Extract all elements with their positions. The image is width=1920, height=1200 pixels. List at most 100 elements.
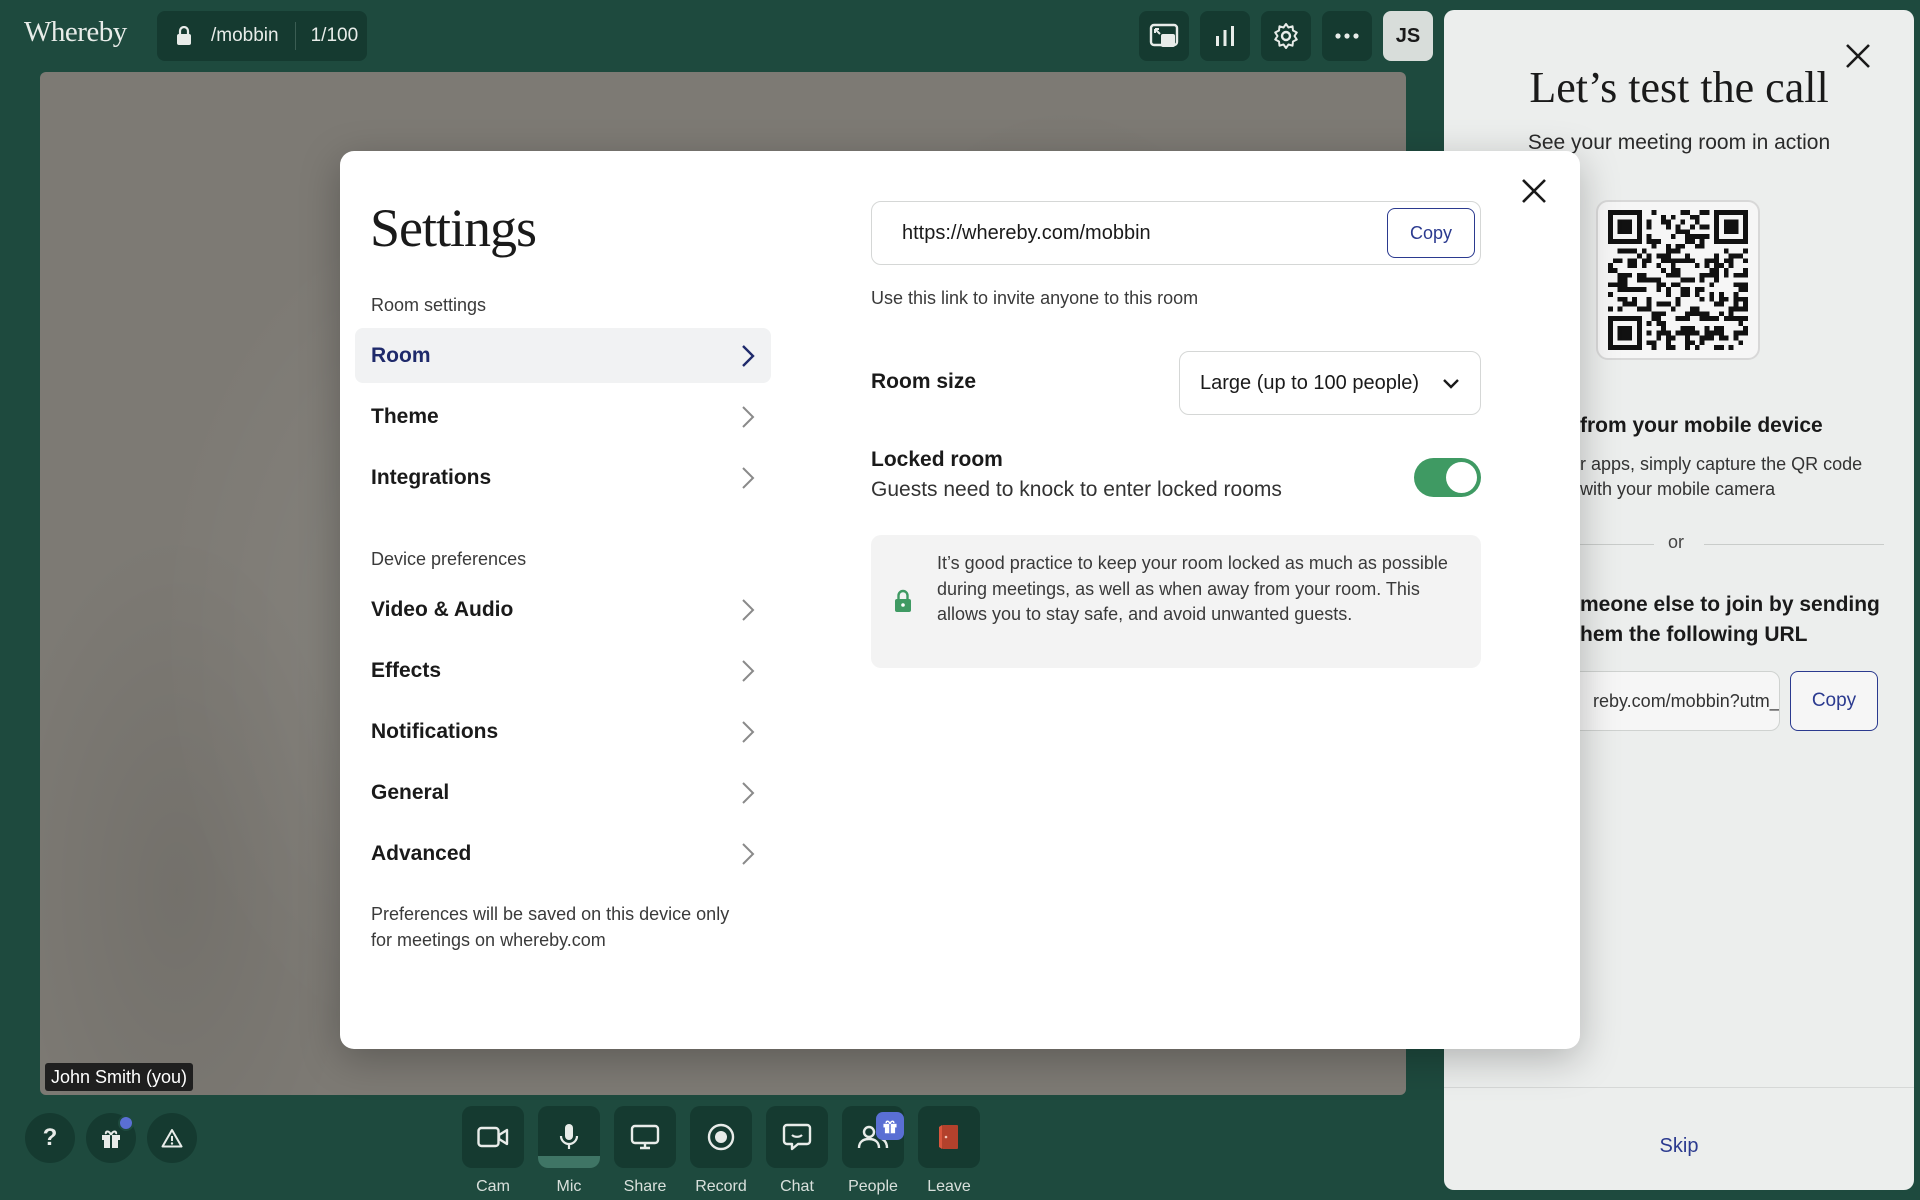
call-toolbar: Cam Mic Share Record Chat People Leave xyxy=(462,1106,980,1196)
pip-icon xyxy=(1149,23,1179,47)
leave-button[interactable] xyxy=(918,1106,980,1168)
chevron-right-icon xyxy=(741,842,755,866)
room-name: /mobbin xyxy=(211,25,279,46)
cam-label: Cam xyxy=(476,1178,510,1195)
user-avatar[interactable]: JS xyxy=(1383,11,1433,61)
notification-dot xyxy=(118,1115,134,1131)
warning-icon xyxy=(161,1129,183,1148)
lock-info-text: It’s good practice to keep your room loc… xyxy=(937,553,1448,624)
people-button[interactable] xyxy=(842,1106,904,1168)
share-label: Share xyxy=(623,1178,667,1195)
room-url-help: Use this link to invite anyone to this r… xyxy=(871,288,1199,308)
mobile-text: r apps, simply capture the QR code with … xyxy=(1580,454,1863,499)
screen-share-icon xyxy=(630,1124,660,1150)
participant-count: 1/100 xyxy=(310,25,359,46)
room-settings-label: Room settings xyxy=(371,295,487,315)
room-url-field[interactable]: https://whereby.com/mobbin Copy xyxy=(871,201,1481,265)
picture-in-picture-button[interactable] xyxy=(1139,11,1189,61)
nav-item-label: Effects xyxy=(371,658,442,682)
people-control: People xyxy=(842,1106,904,1196)
report-issue-button[interactable] xyxy=(147,1113,197,1163)
leave-control: Leave xyxy=(918,1106,980,1196)
nav-item-label: Theme xyxy=(371,404,439,428)
panel-divider xyxy=(1444,1087,1914,1088)
door-exit-icon xyxy=(939,1125,958,1149)
record-button[interactable] xyxy=(690,1106,752,1168)
leave-label: Leave xyxy=(927,1178,971,1195)
nav-item-label: Integrations xyxy=(371,465,492,489)
skip-button[interactable]: Skip xyxy=(1444,1135,1914,1158)
lock-icon xyxy=(893,589,913,618)
chevron-right-icon xyxy=(741,344,755,368)
record-label: Record xyxy=(695,1178,747,1195)
people-gift-badge xyxy=(876,1112,904,1140)
cam-button[interactable] xyxy=(462,1106,524,1168)
room-size-select[interactable]: Large (up to 100 people) xyxy=(1179,351,1481,415)
bar-chart-icon xyxy=(1216,26,1234,46)
chevron-right-icon xyxy=(741,466,755,490)
help-button[interactable]: ? xyxy=(25,1113,75,1163)
mobile-heading: from your mobile device xyxy=(1580,414,1823,437)
nav-item-theme[interactable]: Theme xyxy=(355,389,771,444)
nav-item-label: Advanced xyxy=(371,841,472,865)
chat-control: Chat xyxy=(766,1106,828,1196)
panel-title: Let’s test the call xyxy=(1529,63,1829,112)
record-icon xyxy=(707,1123,735,1151)
room-size-value: Large (up to 100 people) xyxy=(1200,371,1420,394)
mic-level-bar xyxy=(538,1156,600,1168)
record-control: Record xyxy=(690,1106,752,1196)
qr-code-image xyxy=(1608,210,1748,350)
chat-icon xyxy=(782,1123,812,1151)
settings-modal: Settings Room settings Room Theme Integr… xyxy=(340,151,1580,1049)
chevron-right-icon xyxy=(741,659,755,683)
stats-button[interactable] xyxy=(1200,11,1250,61)
nav-item-label: General xyxy=(371,780,450,804)
people-label: People xyxy=(848,1178,898,1195)
locked-room-toggle[interactable] xyxy=(1414,458,1481,497)
chat-button[interactable] xyxy=(766,1106,828,1168)
chevron-right-icon xyxy=(741,598,755,622)
question-icon: ? xyxy=(42,1124,58,1151)
nav-item-label: Notifications xyxy=(371,719,499,743)
copy-room-url-button[interactable]: Copy xyxy=(1387,208,1475,258)
room-name-pill[interactable]: /mobbin 1/100 xyxy=(157,11,367,61)
preferences-note: Preferences will be saved on this device… xyxy=(371,904,730,950)
nav-item-video-audio[interactable]: Video & Audio xyxy=(355,582,771,637)
nav-item-advanced[interactable]: Advanced xyxy=(355,826,771,881)
room-url-text: https://whereby.com/mobbin xyxy=(902,221,1151,244)
lock-icon xyxy=(157,26,211,46)
chevron-down-icon xyxy=(1443,378,1459,389)
room-size-label: Room size xyxy=(871,370,977,393)
participant-name-tag: John Smith (you) xyxy=(45,1063,194,1091)
nav-item-label: Video & Audio xyxy=(371,597,514,621)
nav-item-effects[interactable]: Effects xyxy=(355,643,771,698)
device-preferences-label: Device preferences xyxy=(371,549,527,569)
cam-control: Cam xyxy=(462,1106,524,1196)
toggle-knob xyxy=(1446,462,1477,493)
settings-button[interactable] xyxy=(1261,11,1311,61)
gear-icon xyxy=(1274,23,1298,49)
or-divider-right xyxy=(1704,544,1884,545)
nav-item-notifications[interactable]: Notifications xyxy=(355,704,771,759)
close-settings-button[interactable] xyxy=(1512,169,1556,213)
chevron-right-icon xyxy=(741,720,755,744)
more-options-button[interactable] xyxy=(1322,11,1372,61)
more-horizontal-icon xyxy=(1335,33,1359,39)
mic-button[interactable] xyxy=(538,1106,600,1168)
share-control: Share xyxy=(614,1106,676,1196)
share-button[interactable] xyxy=(614,1106,676,1168)
mic-control: Mic xyxy=(538,1106,600,1196)
chevron-right-icon xyxy=(741,405,755,429)
copy-invite-url-button[interactable]: Copy xyxy=(1790,671,1878,731)
locked-room-description: Guests need to knock to enter locked roo… xyxy=(871,478,1282,501)
nav-item-room[interactable]: Room xyxy=(355,328,771,383)
whats-new-button[interactable] xyxy=(86,1113,136,1163)
gift-icon xyxy=(102,1130,120,1148)
nav-item-integrations[interactable]: Integrations xyxy=(355,450,771,505)
mic-label: Mic xyxy=(556,1178,582,1195)
whereby-logo[interactable]: Whereby xyxy=(24,16,127,49)
nav-item-general[interactable]: General xyxy=(355,765,771,820)
locked-room-title: Locked room xyxy=(871,448,1003,471)
camera-icon xyxy=(477,1126,509,1148)
nav-item-label: Room xyxy=(371,343,431,367)
